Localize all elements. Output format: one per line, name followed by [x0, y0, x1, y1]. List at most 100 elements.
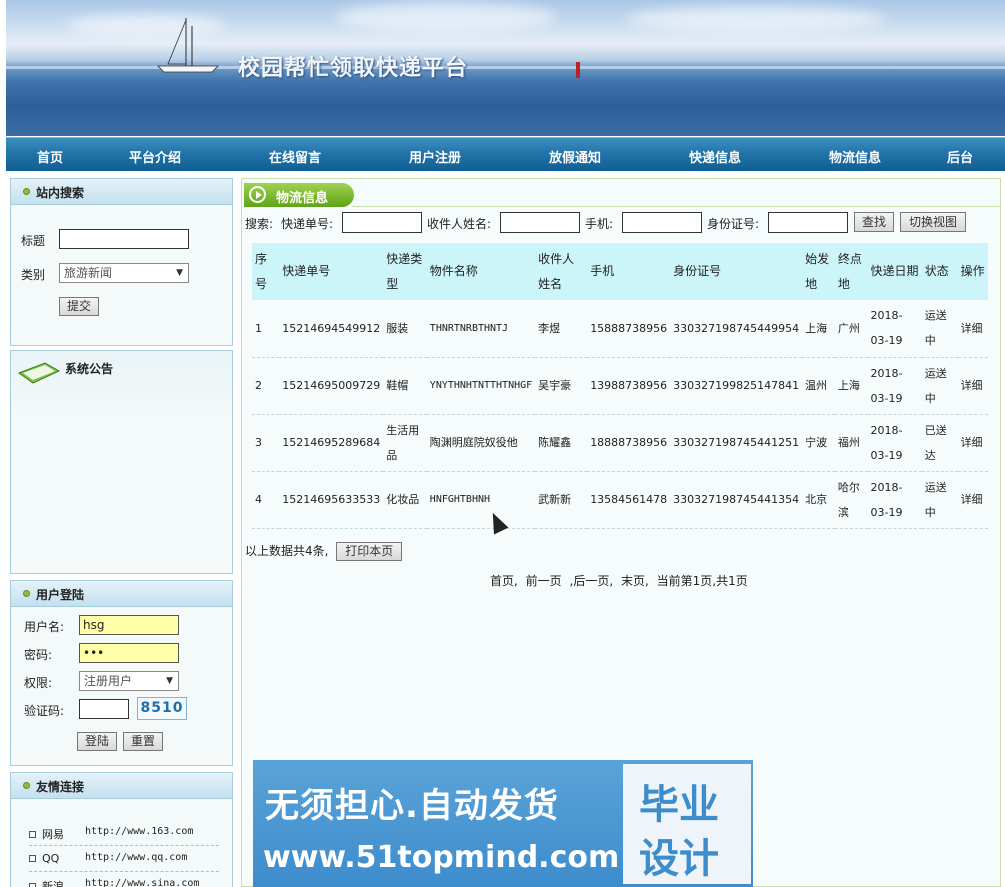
- table-cell: YNYTHNHTNTTHTNHGF: [426, 357, 536, 415]
- password-label: 密码:: [24, 648, 53, 662]
- links-title: 友情连接: [36, 780, 85, 794]
- link-item[interactable]: QQ http://www.qq.com: [29, 852, 219, 872]
- table-cell: 2018-03-19: [867, 471, 922, 529]
- nav-item-register[interactable]: 用户注册: [409, 147, 461, 166]
- password-input[interactable]: •••: [79, 643, 179, 663]
- table-cell: 2018-03-19: [867, 300, 922, 358]
- bullet-icon: [23, 188, 30, 195]
- search-submit-button[interactable]: 提交: [59, 297, 99, 316]
- table-cell: 武新新: [535, 471, 588, 529]
- login-panel: 用户登陆 用户名: hsg 密码: ••• 权限: 注册用户 ▼ 验证码: 85…: [10, 580, 233, 766]
- links-header: 友情连接: [11, 773, 232, 799]
- bullet-icon: [23, 782, 30, 789]
- column-header: 手机: [587, 243, 671, 300]
- chevron-down-icon: ▼: [166, 676, 173, 686]
- table-cell: 15214694549912: [279, 300, 384, 358]
- table-cell: 运送中: [921, 471, 958, 529]
- table-cell: 2: [252, 357, 280, 415]
- nav-item-message[interactable]: 在线留言: [269, 147, 321, 166]
- nav-item-admin[interactable]: 后台: [947, 147, 973, 166]
- role-value: 注册用户: [84, 674, 133, 688]
- announcement-title: 系统公告: [65, 362, 114, 376]
- table-cell: 生活用品: [383, 414, 427, 472]
- table-cell: 运送中: [921, 300, 958, 358]
- recipient-input[interactable]: [500, 212, 580, 233]
- table-cell: 15214695289684: [279, 414, 384, 472]
- username-input[interactable]: hsg: [79, 615, 179, 635]
- link-item[interactable]: 网易 http://www.163.com: [29, 826, 219, 846]
- find-button[interactable]: 查找: [854, 212, 894, 232]
- last-page-link[interactable]: 末页,: [621, 574, 649, 588]
- table-cell: 上海: [802, 300, 835, 358]
- chevron-down-icon: ▼: [176, 268, 183, 278]
- column-header: 操作: [957, 243, 988, 300]
- table-cell: 15888738956: [587, 300, 671, 358]
- search-title-input[interactable]: [59, 229, 189, 249]
- main-nav: 首页 平台介绍 在线留言 用户注册 放假通知 快递信息 物流信息 后台: [6, 137, 1005, 171]
- recipient-label: 收件人姓名:: [427, 217, 492, 231]
- play-circle-icon: [249, 186, 266, 203]
- prev-page-link[interactable]: 前一页: [526, 574, 562, 588]
- idcard-input[interactable]: [768, 212, 848, 233]
- table-cell: 已送达: [921, 414, 958, 472]
- table-cell: 18888738956: [587, 414, 671, 472]
- search-category-select[interactable]: 旅游新闻 ▼: [59, 263, 189, 283]
- table-cell: 哈尔滨: [834, 471, 868, 529]
- phone-label: 手机:: [585, 217, 614, 231]
- login-button[interactable]: 登陆: [77, 732, 117, 751]
- table-cell: 上海: [834, 357, 868, 415]
- link-name: 新浪: [42, 880, 64, 887]
- captcha-input[interactable]: [79, 699, 129, 719]
- tracking-input[interactable]: [342, 212, 422, 233]
- table-cell: 李煜: [535, 300, 588, 358]
- table-cell: THNRTNRBTHNTJ: [426, 300, 536, 358]
- main-title-tab: 物流信息: [244, 183, 354, 207]
- main-title: 物流信息: [276, 191, 329, 206]
- role-select[interactable]: 注册用户 ▼: [79, 671, 179, 691]
- links-panel: 友情连接 网易 http://www.163.com QQ http://www…: [10, 772, 233, 887]
- column-header: 物件名称: [426, 243, 536, 300]
- main-content: 物流信息 搜索: 快递单号: 收件人姓名: 手机: 身份证号: 查找 切换视图 …: [241, 178, 1001, 887]
- print-button[interactable]: 打印本页: [336, 542, 403, 561]
- login-header: 用户登陆: [11, 581, 232, 607]
- ad-box-line2: 设计: [639, 836, 719, 882]
- square-bullet-icon: [29, 883, 36, 887]
- table-cell: HNFGHTBHNH: [426, 471, 536, 529]
- next-page-link[interactable]: ,后一页,: [570, 574, 614, 588]
- nav-item-holiday[interactable]: 放假通知: [549, 147, 601, 166]
- detail-link[interactable]: 详细: [957, 414, 988, 472]
- table-cell: 15214695633533: [279, 471, 384, 529]
- first-page-link[interactable]: 首页,: [490, 574, 518, 588]
- nav-item-home[interactable]: 首页: [37, 147, 63, 166]
- table-row: 1 15214694549912 服装 THNRTNRBTHNTJ 李煜 158…: [252, 300, 988, 358]
- idcard-label: 身份证号:: [707, 217, 760, 231]
- table-cell: 广州: [834, 300, 868, 358]
- phone-input[interactable]: [622, 212, 702, 233]
- nav-item-express[interactable]: 快递信息: [689, 147, 741, 166]
- square-bullet-icon: [29, 831, 36, 838]
- search-prefix: 搜索:: [245, 217, 274, 231]
- site-search-header: 站内搜索: [11, 179, 232, 205]
- detail-link[interactable]: 详细: [957, 357, 988, 415]
- table-cell: 330327199825147841: [670, 357, 803, 415]
- detail-link[interactable]: 详细: [957, 471, 988, 529]
- nav-item-logistics[interactable]: 物流信息: [829, 147, 881, 166]
- column-header: 快递日期: [867, 243, 922, 300]
- notebook-icon: [17, 362, 61, 384]
- table-cell: 13584561478: [587, 471, 671, 529]
- ad-banner[interactable]: 无须担心.自动发货 www.51topmind.com 毕业 设计: [253, 760, 753, 887]
- header-banner: 校园帮忙领取快递平台: [6, 0, 1005, 136]
- table-cell: 3: [252, 414, 280, 472]
- reset-button[interactable]: 重置: [123, 732, 163, 751]
- detail-link[interactable]: 详细: [957, 300, 988, 358]
- sailboat-icon: [157, 18, 219, 73]
- site-search-title: 站内搜索: [36, 186, 85, 200]
- link-item[interactable]: 新浪 http://www.sina.com: [29, 878, 219, 887]
- site-title: 校园帮忙领取快递平台: [238, 55, 469, 81]
- nav-item-about[interactable]: 平台介绍: [129, 147, 181, 166]
- link-url: http://www.sina.com: [85, 878, 200, 887]
- link-name: QQ: [42, 852, 60, 865]
- role-label: 权限:: [24, 676, 53, 690]
- switch-view-button[interactable]: 切换视图: [900, 212, 966, 232]
- captcha-image[interactable]: 8510: [137, 697, 187, 720]
